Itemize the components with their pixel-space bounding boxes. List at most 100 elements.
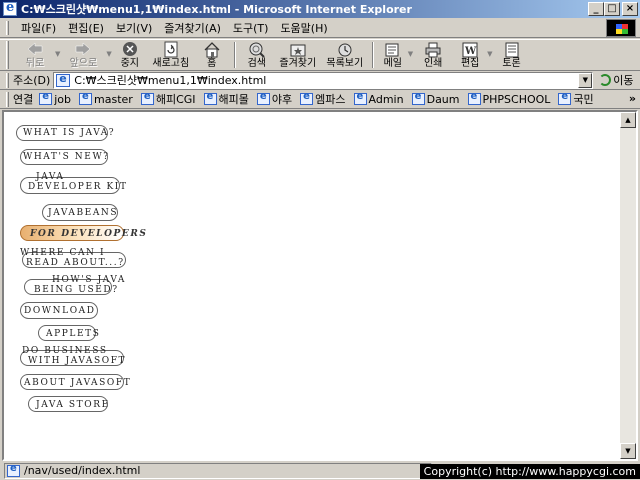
link-master[interactable]: master (79, 91, 133, 106)
toolbar-grip[interactable] (6, 91, 9, 107)
toolbar-grip[interactable] (6, 20, 9, 35)
links-more-icon[interactable]: » (629, 92, 636, 105)
link-yahoo[interactable]: 야후 (256, 91, 292, 107)
link-job[interactable]: job (39, 91, 72, 106)
search-globe-icon (249, 42, 265, 58)
link-label: PHPSCHOOL (482, 92, 551, 106)
maximize-button[interactable]: □ (604, 2, 620, 16)
home-button[interactable]: 홈 (194, 40, 230, 70)
link-page-icon (140, 91, 154, 105)
menu-edit[interactable]: 편집(E) (62, 20, 110, 36)
toolbar-grip[interactable] (6, 41, 9, 69)
nav-label-line2: Read About...? (26, 258, 125, 268)
history-button[interactable]: 목록보기 (322, 40, 368, 70)
nav-label-line2: Being Used? (34, 285, 119, 295)
go-button[interactable]: 이동 (599, 72, 634, 88)
toolbar-grip[interactable] (6, 72, 9, 88)
menu-tools[interactable]: 도구(T) (227, 20, 275, 36)
windows-logo-icon (606, 19, 636, 37)
nav-label: Download (24, 306, 96, 316)
nav-java-store[interactable]: Java Store (18, 396, 108, 412)
edit-label: 편집 (460, 58, 480, 69)
forward-button[interactable]: 앞으로 (60, 40, 106, 70)
mail-button[interactable]: 메일 (378, 40, 408, 70)
nav-label-line2: with JavaSoft (28, 356, 127, 366)
search-button[interactable]: 검색 (240, 40, 274, 70)
home-label: 홈 (207, 58, 217, 69)
print-button[interactable]: 인쇄 (413, 40, 453, 70)
menu-favorites[interactable]: 즐겨찾기(A) (158, 20, 227, 36)
address-input[interactable] (74, 73, 575, 87)
link-page-icon (411, 91, 425, 105)
nav-java-developer-kit[interactable]: Java Developer Kit (18, 172, 126, 194)
link-label: 해피몰 (218, 93, 249, 106)
edit-button[interactable]: W 편집 (453, 40, 487, 70)
address-bar: 주소(D) ▼ 이동 (0, 71, 640, 90)
word-edit-icon: W (462, 42, 478, 58)
link-kookmin[interactable]: 국민 (558, 91, 594, 107)
address-dropdown-icon[interactable]: ▼ (578, 72, 593, 88)
back-button[interactable]: 뒤로 (15, 40, 55, 70)
favorites-label: 즐겨찾기 (279, 58, 317, 69)
svg-text:W: W (464, 46, 477, 57)
link-label: job (54, 92, 72, 106)
nav-javabeans[interactable]: JavaBeans (18, 204, 118, 221)
back-arrow-icon (27, 42, 43, 56)
vertical-scrollbar[interactable]: ▲ ▼ (620, 112, 636, 459)
go-label: 이동 (613, 74, 634, 87)
link-phpschool[interactable]: PHPSCHOOL (467, 91, 551, 106)
link-admin[interactable]: Admin (353, 91, 404, 106)
link-happycgi[interactable]: 해피CGI (140, 91, 196, 107)
link-page-icon (558, 91, 572, 105)
menu-view[interactable]: 보기(V) (110, 20, 158, 36)
nav-hows-java-used[interactable]: How's Java Being Used? (18, 275, 124, 295)
link-label: 엠파스 (315, 93, 346, 106)
forward-arrow-icon (76, 42, 91, 56)
address-field[interactable]: ▼ (53, 71, 594, 89)
link-label: 국민 (573, 93, 594, 106)
link-label: 해피CGI (155, 93, 196, 106)
nav-label: For Developers (30, 229, 148, 239)
nav-label-line2: Developer Kit (28, 182, 128, 192)
link-happymall[interactable]: 해피몰 (203, 91, 249, 107)
links-label: 연결 (13, 93, 34, 106)
discuss-label: 토론 (502, 58, 521, 69)
ie-icon (3, 0, 17, 16)
refresh-icon (164, 41, 178, 58)
refresh-button[interactable]: 새로고침 (148, 40, 194, 70)
nav-whats-new[interactable]: What's New? (18, 149, 108, 165)
nav-label-line1: How's Java (52, 275, 127, 285)
toolbar-separator (233, 42, 236, 68)
refresh-label: 새로고침 (152, 58, 190, 69)
print-label: 인쇄 (423, 58, 443, 69)
nav-label-line1: Do Business (22, 346, 108, 356)
search-label: 검색 (247, 58, 266, 69)
nav-do-business[interactable]: Do Business with JavaSoft (18, 346, 125, 366)
window-controls: _ □ × (588, 2, 638, 16)
forward-label: 앞으로 (69, 58, 98, 69)
menu-file[interactable]: 파일(F) (15, 20, 62, 36)
go-arrow-icon (599, 74, 612, 86)
nav-about-javasoft[interactable]: About JavaSoft (18, 374, 130, 390)
nav-what-is-java[interactable]: What is Java? (16, 125, 114, 141)
status-text: /nav/used/index.html (24, 464, 141, 477)
stop-button[interactable]: 중지 (112, 40, 148, 70)
discuss-button[interactable]: 토론 (493, 40, 531, 70)
favorites-button[interactable]: 즐겨찾기 (274, 40, 322, 70)
link-daum[interactable]: Daum (411, 91, 460, 106)
nav-for-developers[interactable]: For Developers (18, 225, 146, 241)
scroll-down-icon[interactable]: ▼ (620, 443, 636, 459)
menu-help[interactable]: 도움말(H) (274, 20, 333, 36)
nav-label-line1: Where can I (20, 248, 106, 258)
nav-where-can-i-read[interactable]: Where can I Read About...? (18, 248, 126, 268)
nav-applets[interactable]: Applets (18, 325, 99, 341)
nav-download[interactable]: Download (18, 302, 98, 319)
scroll-up-icon[interactable]: ▲ (620, 112, 636, 128)
window-title: C:₩스크린샷₩menu1,1₩index.html - Microsoft I… (21, 3, 412, 16)
link-empas[interactable]: 엠파스 (300, 91, 346, 107)
nav-label: Java Store (36, 400, 110, 410)
minimize-button[interactable]: _ (588, 2, 604, 16)
link-page-icon (300, 91, 314, 105)
mail-label: 메일 (383, 58, 402, 69)
close-button[interactable]: × (622, 2, 638, 16)
